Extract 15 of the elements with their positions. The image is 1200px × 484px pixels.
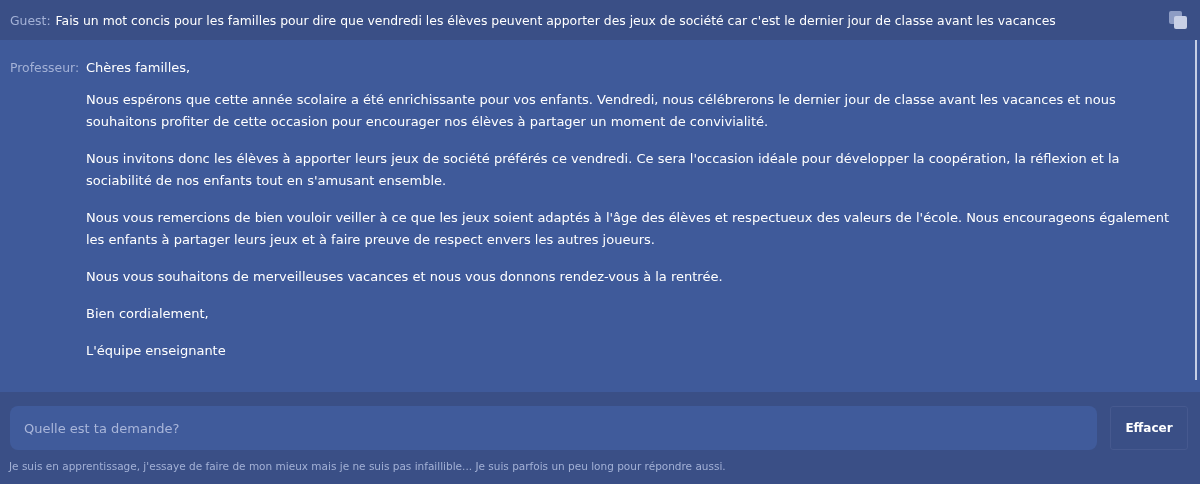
answer-paragraph: Nous vous remercions de bien vouloir veiller à ce que les jeux soient adaptés à l'âge des élèves et respectueux des valeurs de l'école. Nous encourageons également les enfants à partager leurs jeux et à faire preuve de respect envers les autres joueurs.: [86, 209, 1171, 249]
copy-icon[interactable]: [1168, 10, 1188, 30]
answer-paragraph: Chères familles,: [86, 59, 192, 77]
answer-paragraph: Nous espérons que cette année scolaire a été enrichissante pour vos enfants. Vendredi, nous célébrerons le dernier jour de classe avant les vacances et nous souhaitons profiter de cette occasion pour encourager nos élèves à partager un moment de convivialité.: [86, 91, 1117, 131]
answer-paragraph: L'équipe enseignante: [86, 342, 227, 360]
scrollbar[interactable]: [1195, 40, 1197, 380]
speaker-label: Guest:: [10, 12, 51, 28]
answer-paragraph: Bien cordialement,: [86, 305, 210, 323]
answer-paragraph: Nous vous souhaitons de merveilleuses vacances et nous vous donnons rendez-vous à la rentrée.: [86, 268, 724, 286]
request-field[interactable]: Quelle est ta demande?: [10, 406, 1097, 450]
question-text: Fais un mot concis pour les familles pour dire que vendredi les élèves peuvent apporter des jeux de société car c'est le dernier jour de classe avant les vacances: [55, 12, 1057, 28]
disclaimer-text: Je suis en apprentissage, j'essaye de faire de mon mieux mais je ne suis pas infaillible... Je suis parfois un peu long pour répondre aussi.: [7, 459, 727, 472]
clear-button[interactable]: Effacer: [1110, 406, 1188, 450]
answer-paragraph: Nous invitons donc les élèves à apporter leurs jeux de société préférés ce vendredi. Ce sera l'occasion idéale pour développer la coopération, la réflexion et la sociabilité de nos enfants tout en s'amusant ensemble.: [86, 150, 1121, 190]
speaker-label: Professeur:: [10, 59, 81, 77]
